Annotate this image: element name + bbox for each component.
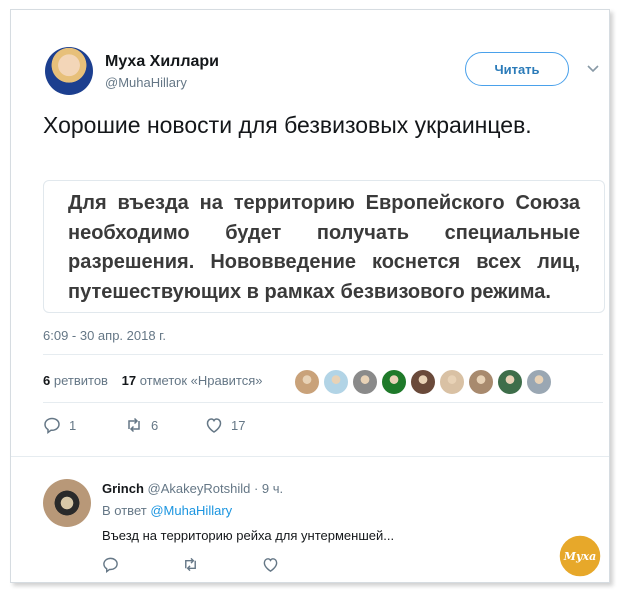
quote-text: Для въезда на территорию Европейского Со… xyxy=(68,192,580,303)
likes-stat[interactable]: 17 отметок «Нравится» xyxy=(122,373,263,388)
retweets-stat[interactable]: 6 ретвитов xyxy=(43,373,108,388)
in-reply-to: В ответ @MuhaHillary xyxy=(102,503,232,518)
liker-avatar[interactable] xyxy=(497,369,523,395)
divider xyxy=(43,354,603,355)
retweet-button[interactable]: 6 xyxy=(125,416,158,434)
divider xyxy=(11,456,609,457)
liker-avatar[interactable] xyxy=(439,369,465,395)
retweet-icon[interactable] xyxy=(182,556,199,573)
reply-count: 1 xyxy=(69,417,77,433)
like-button[interactable]: 17 xyxy=(205,416,245,434)
watermark-text: Муха xyxy=(563,550,596,563)
heart-icon xyxy=(206,418,222,433)
reply-avatar[interactable] xyxy=(43,479,91,527)
author-name[interactable]: Муха Хиллари xyxy=(105,53,219,71)
liker-avatar[interactable] xyxy=(468,369,494,395)
author-avatar[interactable] xyxy=(45,47,93,95)
liker-avatar[interactable] xyxy=(352,369,378,395)
tweet-timestamp[interactable]: 6:09 - 30 апр. 2018 г. xyxy=(43,328,166,343)
follow-button[interactable]: Читать xyxy=(465,52,569,86)
reply-time[interactable]: · 9 ч. xyxy=(254,481,283,496)
heart-icon[interactable] xyxy=(262,556,279,573)
tweet-actions: 1 6 17 xyxy=(43,416,343,440)
reply-icon[interactable] xyxy=(102,556,119,573)
tweet-stats: 6 ретвитов 17 отметок «Нравится» xyxy=(43,373,272,388)
liker-avatar[interactable] xyxy=(410,369,436,395)
liker-avatar[interactable] xyxy=(526,369,552,395)
author-handle[interactable]: @MuhaHillary xyxy=(105,75,187,90)
reply-button[interactable]: 1 xyxy=(43,416,76,434)
watermark-logo: Муха xyxy=(558,534,602,578)
reply-author-name[interactable]: Grinch xyxy=(102,481,144,496)
reply-header: Grinch @AkakeyRotshild · 9 ч. xyxy=(102,481,283,496)
tweet-text: Хорошие новости для безвизовых украинцев… xyxy=(43,112,532,138)
in-reply-prefix: В ответ xyxy=(102,503,147,518)
liker-avatar[interactable] xyxy=(323,369,349,395)
reply-icon xyxy=(44,417,60,434)
liker-avatar[interactable] xyxy=(294,369,320,395)
reply-author-handle[interactable]: @AkakeyRotshild xyxy=(148,481,251,496)
in-reply-handle[interactable]: @MuhaHillary xyxy=(150,503,232,518)
tweet-card: Муха Хиллари @MuhaHillary Читать Хорошие… xyxy=(10,9,610,583)
reply-actions xyxy=(102,556,302,576)
divider xyxy=(43,402,603,403)
retweet-count: 6 xyxy=(151,417,159,433)
reply-text: Въезд на территорию рейха для унтерменше… xyxy=(102,528,395,543)
chevron-down-icon[interactable] xyxy=(587,62,599,74)
like-count: 17 xyxy=(231,417,246,433)
liker-avatar[interactable] xyxy=(381,369,407,395)
quote-card[interactable]: Для въезда на территорию Европейского Со… xyxy=(43,180,605,313)
retweet-icon xyxy=(128,417,140,433)
